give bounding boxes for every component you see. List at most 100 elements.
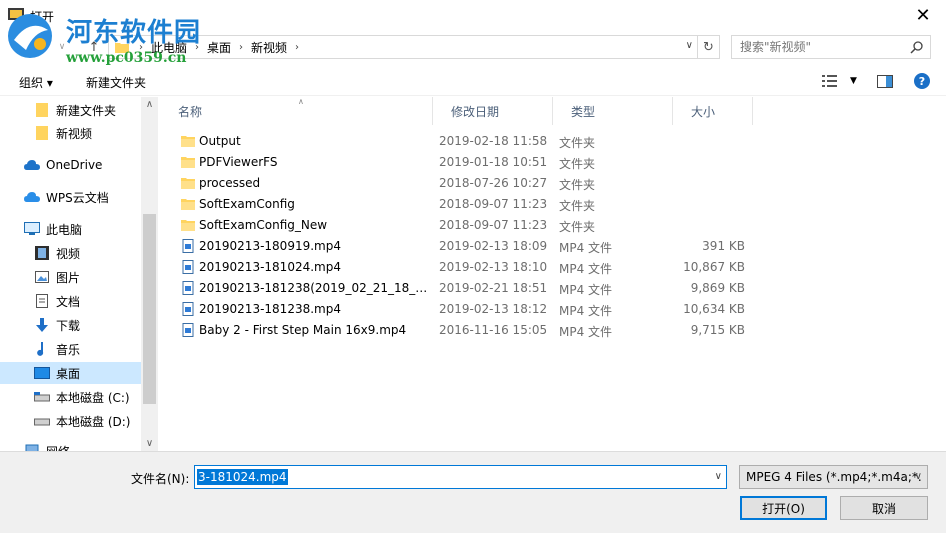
table-row[interactable]: 20190213-180919.mp4 2019-02-13 18:09 MP4 文…: [160, 236, 946, 257]
file-name: SoftExamConfig_New: [199, 218, 328, 232]
search-box[interactable]: [731, 35, 931, 59]
search-icon: [910, 41, 923, 54]
search-input[interactable]: [740, 40, 910, 54]
file-type: MP4 文件: [559, 325, 613, 339]
filename-label: 文件名(N):: [131, 472, 190, 486]
folder-icon: [181, 220, 195, 231]
sidebar-item-new-video[interactable]: 新视频: [34, 122, 144, 144]
column-header-type[interactable]: 类型: [553, 97, 673, 125]
documents-icon: [34, 293, 50, 309]
table-row[interactable]: Output 2019-02-18 11:58 文件夹: [160, 131, 946, 152]
sidebar-scrollbar[interactable]: ∧ ∨: [141, 97, 158, 451]
file-type: MP4 文件: [559, 304, 613, 318]
file-size: 10,867 KB: [683, 260, 745, 274]
column-header-label: 类型: [571, 104, 596, 119]
sidebar-item-wps-cloud[interactable]: WPS云文档: [24, 186, 144, 208]
view-options-button[interactable]: ▼: [822, 72, 857, 90]
refresh-icon: ↻: [703, 39, 714, 55]
sidebar-item-label: 本地磁盘 (C:): [56, 390, 130, 405]
file-date: 2019-02-13 18:09: [439, 239, 548, 253]
help-button[interactable]: ?: [914, 72, 930, 90]
file-date: 2019-02-18 11:58: [439, 134, 548, 148]
folder-icon: [34, 125, 50, 141]
file-icon: [182, 239, 194, 253]
breadcrumb-separator[interactable]: ›: [295, 42, 299, 53]
new-folder-button[interactable]: 新建文件夹: [86, 74, 146, 91]
breadcrumb-separator[interactable]: ›: [239, 42, 243, 53]
breadcrumb-new-video[interactable]: 新视频: [251, 39, 287, 56]
sidebar-item-label: 音乐: [56, 342, 81, 357]
file-name: PDFViewerFS: [199, 155, 278, 169]
filename-value[interactable]: 3-181024.mp4: [197, 469, 288, 485]
folder-icon: [181, 136, 195, 147]
sidebar-item-label: 此电脑: [46, 222, 83, 237]
column-header-label: 名称: [178, 104, 203, 119]
sidebar-item-drive-c[interactable]: 本地磁盘 (C:): [34, 386, 144, 408]
address-dropdown-icon[interactable]: ∨: [686, 40, 693, 51]
organize-button[interactable]: 组织 ▾: [19, 74, 53, 91]
drive-icon: [34, 389, 50, 405]
sidebar-item-onedrive[interactable]: OneDrive: [24, 154, 144, 176]
sidebar-item-desktop[interactable]: 桌面: [0, 362, 141, 384]
open-button[interactable]: 打开(O): [740, 496, 827, 520]
preview-pane-button[interactable]: [877, 72, 893, 90]
file-type: 文件夹: [559, 157, 596, 171]
sidebar-item-videos[interactable]: 视频: [34, 242, 144, 264]
file-date: 2018-09-07 11:23: [439, 218, 548, 232]
table-row[interactable]: Baby 2 - First Step Main 16x9.mp4 2016-11…: [160, 320, 946, 341]
column-header-date[interactable]: 修改日期: [433, 97, 553, 125]
sidebar-item-label: WPS云文档: [46, 190, 109, 205]
music-icon: [34, 341, 50, 357]
navigation-pane: 新建文件夹 新视频 OneDrive WPS云文档 此电脑 视频 图片 文档 下…: [0, 97, 158, 451]
details-view-icon: [822, 75, 837, 87]
scroll-down-icon[interactable]: ∨: [141, 438, 158, 449]
filename-input[interactable]: 3-181024.mp4 ∨: [194, 465, 727, 489]
sidebar-item-new-folder[interactable]: 新建文件夹: [34, 99, 144, 121]
file-name: processed: [199, 176, 261, 190]
close-button[interactable]: ✕: [900, 0, 946, 31]
sidebar-item-downloads[interactable]: 下载: [34, 314, 144, 336]
column-header-name[interactable]: 名称: [160, 97, 433, 125]
table-row[interactable]: 20190213-181238(2019_02_21_18_51_... 2019…: [160, 278, 946, 299]
file-name: 20190213-180919.mp4: [199, 239, 341, 253]
filename-dropdown-icon[interactable]: ∨: [715, 471, 722, 482]
file-icon: [182, 281, 194, 295]
scrollbar-thumb[interactable]: [143, 214, 156, 404]
refresh-button[interactable]: ↻: [698, 35, 720, 59]
folder-icon: [181, 178, 195, 189]
sidebar-item-pictures[interactable]: 图片: [34, 266, 144, 288]
cloud-icon: [24, 157, 40, 173]
file-name: SoftExamConfig: [199, 197, 295, 211]
cancel-button[interactable]: 取消: [840, 496, 928, 520]
table-row[interactable]: SoftExamConfig 2018-09-07 11:23 文件夹: [160, 194, 946, 215]
sidebar-item-label: 文档: [56, 294, 81, 309]
sidebar-item-network[interactable]: 网络: [24, 440, 144, 451]
table-row[interactable]: PDFViewerFS 2019-01-18 10:51 文件夹: [160, 152, 946, 173]
folder-icon: [34, 102, 50, 118]
toolbar: 组织 ▾ 新建文件夹 ▼ ?: [0, 66, 946, 96]
file-name: 20190213-181238.mp4: [199, 302, 341, 316]
table-row[interactable]: 20190213-181024.mp4 2019-02-13 18:10 MP4 文…: [160, 257, 946, 278]
table-row[interactable]: processed 2018-07-26 10:27 文件夹: [160, 173, 946, 194]
scroll-up-icon[interactable]: ∧: [141, 99, 158, 110]
file-date: 2018-07-26 10:27: [439, 176, 548, 190]
sidebar-item-label: OneDrive: [46, 158, 103, 172]
view-dropdown-icon: ▼: [850, 76, 857, 86]
column-header-size[interactable]: 大小: [673, 97, 753, 125]
file-size: 10,634 KB: [683, 302, 745, 316]
file-name: Baby 2 - First Step Main 16x9.mp4: [199, 323, 407, 337]
file-date: 2018-09-07 11:23: [439, 197, 548, 211]
filetype-select[interactable]: MPEG 4 Files (*.mp4;*.m4a;*. ∨: [739, 465, 928, 489]
table-row[interactable]: SoftExamConfig_New 2018-09-07 11:23 文件夹: [160, 215, 946, 236]
sidebar-item-label: 新建文件夹: [56, 103, 117, 118]
sidebar-item-drive-d[interactable]: 本地磁盘 (D:): [34, 410, 144, 432]
sidebar-item-documents[interactable]: 文档: [34, 290, 144, 312]
desktop-icon: [34, 365, 50, 381]
help-icon: ?: [914, 73, 930, 89]
table-row[interactable]: 20190213-181238.mp4 2019-02-13 18:12 MP4 文…: [160, 299, 946, 320]
sidebar-item-music[interactable]: 音乐: [34, 338, 144, 360]
file-type: 文件夹: [559, 199, 596, 213]
sidebar-item-this-pc[interactable]: 此电脑: [24, 218, 144, 240]
column-header-label: 大小: [691, 104, 716, 119]
file-type: MP4 文件: [559, 262, 613, 276]
